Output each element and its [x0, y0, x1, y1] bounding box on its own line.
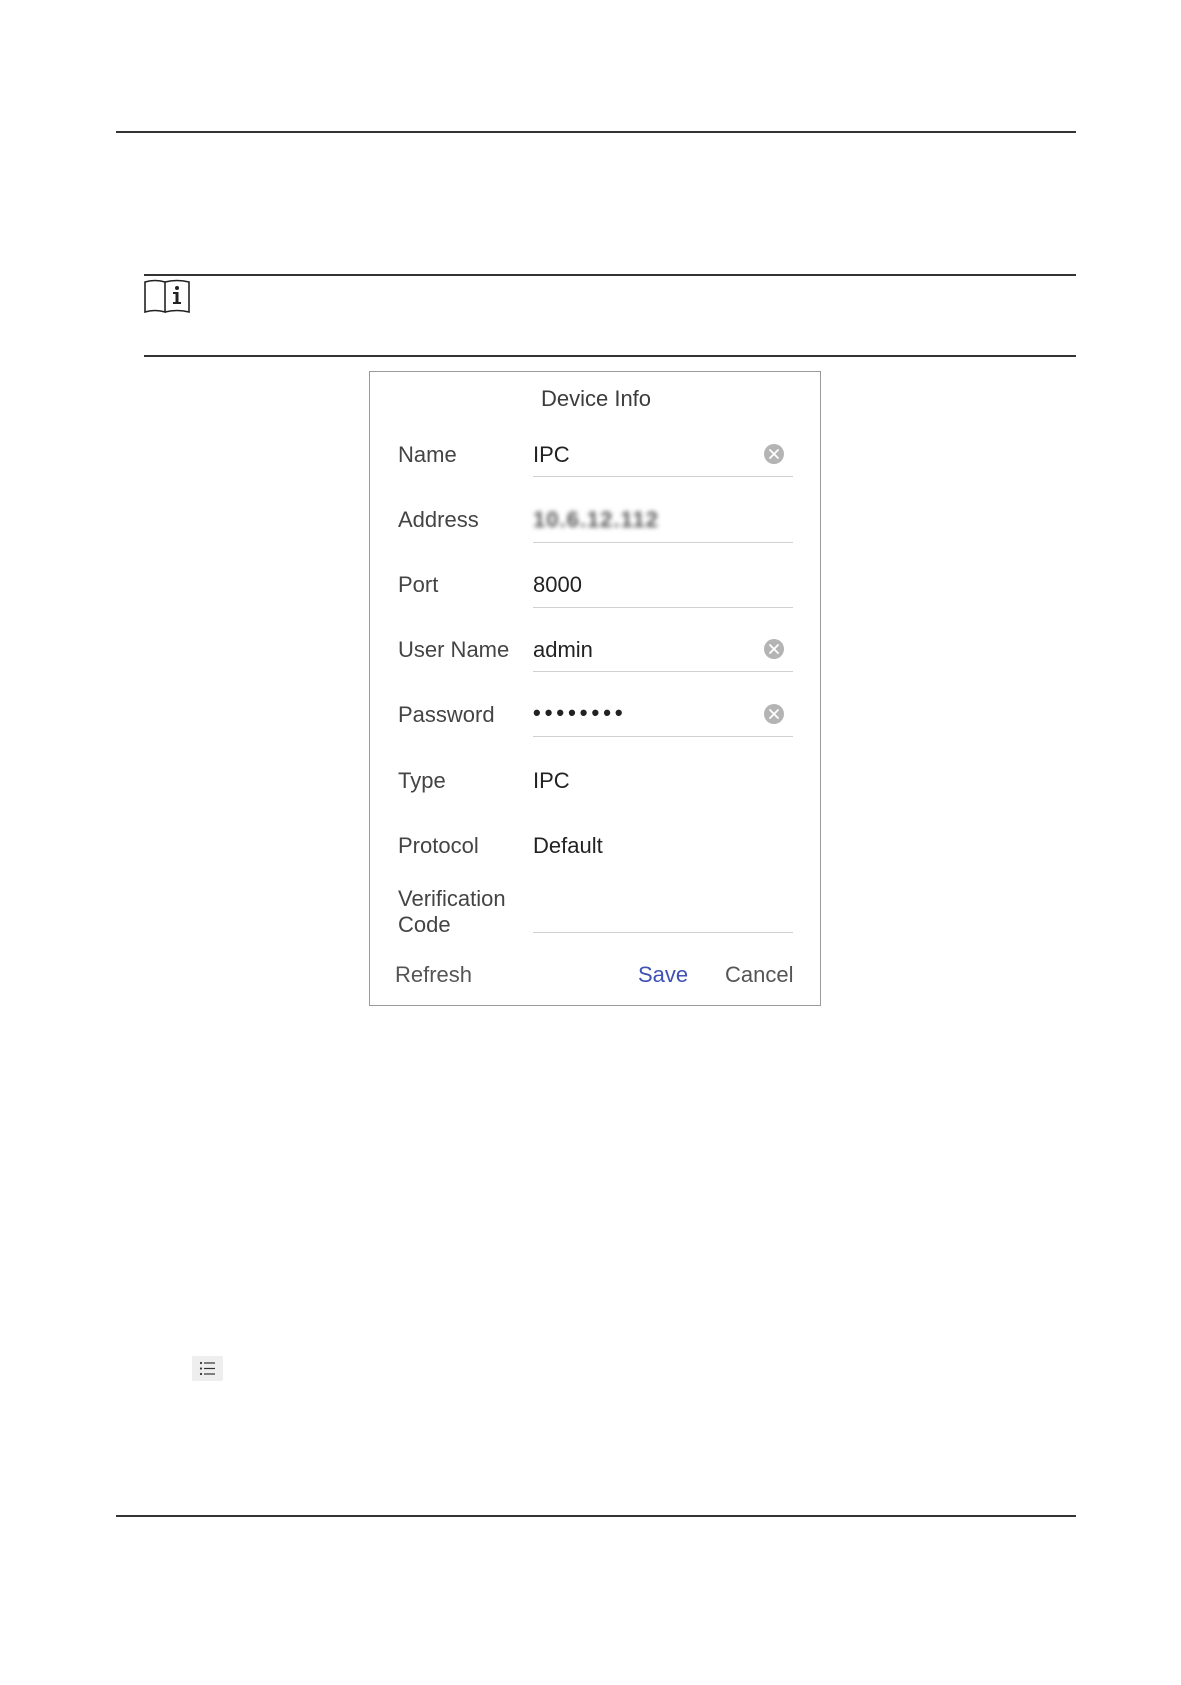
user-name-underline	[533, 671, 793, 672]
note-rule-bottom	[144, 355, 1076, 357]
dialog-title: Device Info	[540, 386, 652, 411]
cancel-button[interactable]: Cancel	[725, 962, 793, 988]
verification-code-label: Verification Code	[398, 886, 506, 937]
protocol-label: Protocol	[398, 833, 479, 858]
note-rule-top	[144, 274, 1076, 276]
port-label: Port	[398, 572, 439, 597]
save-button[interactable]: Save	[638, 962, 688, 988]
type-value[interactable]: IPC	[533, 768, 753, 794]
footer-rule	[116, 1515, 1076, 1517]
device-info-dialog: Device Info Name IPC Address 10.6.12.112…	[369, 371, 821, 1006]
name-label: Name	[398, 442, 457, 467]
password-label: Password	[398, 702, 495, 727]
user-name-label: User Name	[398, 637, 510, 662]
header-rule	[116, 131, 1076, 133]
address-field[interactable]: 10.6.12.112	[533, 507, 753, 533]
verification-code-field[interactable]	[533, 902, 793, 928]
refresh-button[interactable]: Refresh	[395, 962, 472, 988]
password-underline	[533, 736, 793, 737]
name-underline	[533, 476, 793, 477]
address-label: Address	[398, 507, 479, 532]
note-info-icon	[144, 279, 190, 314]
port-field[interactable]: 8000	[533, 572, 753, 598]
list-icon	[192, 1356, 223, 1381]
name-field[interactable]: IPC	[533, 442, 753, 468]
type-label: Type	[398, 768, 446, 793]
protocol-value[interactable]: Default	[533, 833, 753, 859]
address-underline	[533, 542, 793, 543]
clear-user-name-icon[interactable]	[763, 638, 785, 660]
user-name-field[interactable]: admin	[533, 637, 753, 663]
clear-name-icon[interactable]	[763, 443, 785, 465]
verification-code-underline	[533, 932, 793, 933]
password-field[interactable]: ••••••••	[533, 700, 753, 726]
clear-password-icon[interactable]	[763, 703, 785, 725]
port-underline	[533, 607, 793, 608]
